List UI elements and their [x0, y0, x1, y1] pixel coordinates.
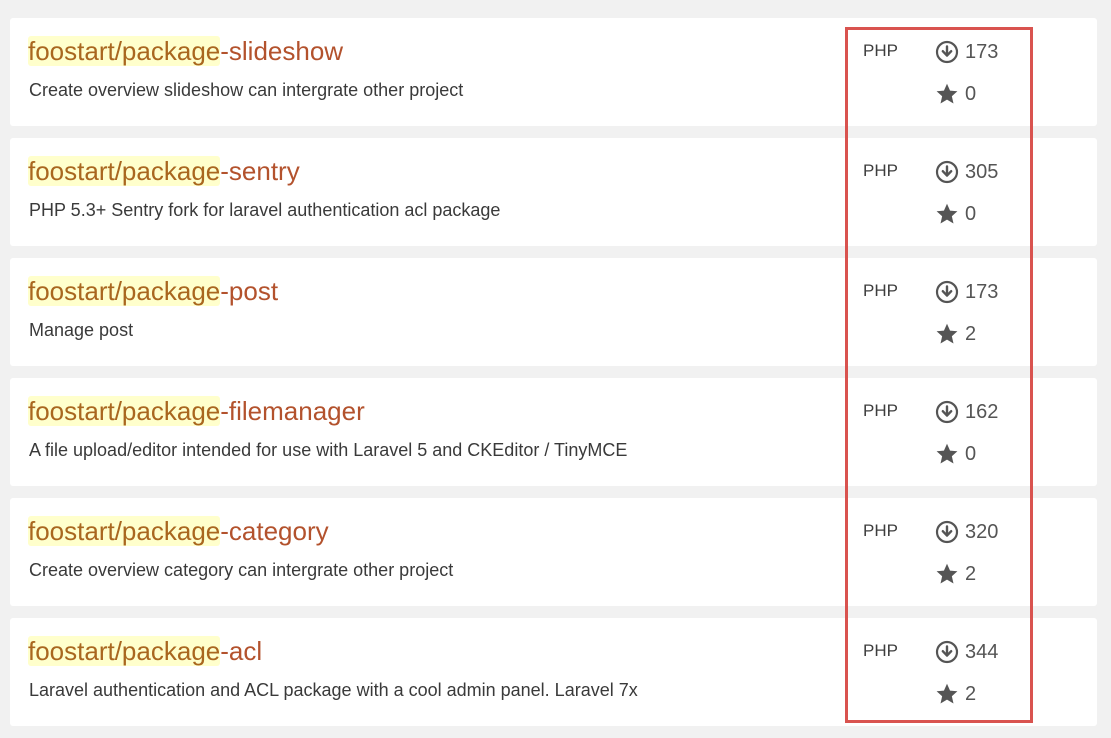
stars-value: 2: [965, 563, 977, 585]
download-circle-icon: [935, 160, 959, 184]
package-language: PHP: [863, 641, 898, 660]
stars-count: 0: [935, 442, 976, 466]
star-icon: [935, 82, 959, 106]
package-card: foostart/package-post Manage post PHP 17…: [10, 258, 1097, 366]
package-title-link[interactable]: foostart/package-acl: [28, 634, 262, 668]
stars-value: 2: [965, 323, 977, 345]
package-title-link[interactable]: foostart/package-filemanager: [28, 394, 365, 428]
downloads-count: 344: [935, 640, 998, 664]
downloads-value: 173: [965, 281, 999, 303]
package-language: PHP: [863, 281, 898, 300]
downloads-count: 320: [935, 520, 998, 544]
package-language: PHP: [863, 521, 898, 540]
star-icon: [935, 562, 959, 586]
package-description: Create overview category can intergrate …: [29, 560, 454, 580]
package-name-suffix: -post: [220, 276, 279, 306]
star-icon: [935, 442, 959, 466]
downloads-count: 173: [935, 280, 998, 304]
stars-value: 0: [965, 443, 977, 465]
search-highlight: foostart/package: [28, 636, 221, 666]
downloads-value: 173: [965, 41, 999, 63]
package-card: foostart/package-acl Laravel authenticat…: [10, 618, 1097, 726]
downloads-count: 173: [935, 40, 998, 64]
package-title-link[interactable]: foostart/package-slideshow: [28, 34, 343, 68]
package-card: foostart/package-sentry PHP 5.3+ Sentry …: [10, 138, 1097, 246]
stars-count: 2: [935, 682, 976, 706]
search-highlight: foostart/package: [28, 36, 221, 66]
package-card: foostart/package-slideshow Create overvi…: [10, 18, 1097, 126]
stars-count: 0: [935, 82, 976, 106]
package-list: foostart/package-slideshow Create overvi…: [10, 18, 1097, 738]
downloads-value: 320: [965, 521, 999, 543]
stars-count: 0: [935, 202, 976, 226]
package-language: PHP: [863, 41, 898, 60]
search-highlight: foostart/package: [28, 156, 221, 186]
package-description: Manage post: [29, 320, 134, 340]
package-card: foostart/package-category Create overvie…: [10, 498, 1097, 606]
search-highlight: foostart/package: [28, 276, 221, 306]
download-circle-icon: [935, 400, 959, 424]
package-card: foostart/package-filemanager A file uplo…: [10, 378, 1097, 486]
downloads-count: 305: [935, 160, 998, 184]
package-title-link[interactable]: foostart/package-category: [28, 514, 329, 548]
download-circle-icon: [935, 520, 959, 544]
package-description: PHP 5.3+ Sentry fork for laravel authent…: [29, 200, 501, 220]
stars-value: 0: [965, 203, 977, 225]
downloads-value: 162: [965, 401, 999, 423]
download-circle-icon: [935, 640, 959, 664]
download-circle-icon: [935, 40, 959, 64]
stars-value: 0: [965, 83, 977, 105]
star-icon: [935, 682, 959, 706]
stars-count: 2: [935, 562, 976, 586]
search-highlight: foostart/package: [28, 396, 221, 426]
package-description: Create overview slideshow can intergrate…: [29, 80, 464, 100]
star-icon: [935, 202, 959, 226]
package-title-link[interactable]: foostart/package-sentry: [28, 154, 300, 188]
package-language: PHP: [863, 401, 898, 420]
star-icon: [935, 322, 959, 346]
downloads-value: 344: [965, 641, 999, 663]
package-name-suffix: -filemanager: [220, 396, 365, 426]
package-name-suffix: -acl: [220, 636, 263, 666]
package-language: PHP: [863, 161, 898, 180]
package-description: A file upload/editor intended for use wi…: [29, 440, 628, 460]
downloads-value: 305: [965, 161, 999, 183]
package-title-link[interactable]: foostart/package-post: [28, 274, 278, 308]
search-highlight: foostart/package: [28, 516, 221, 546]
package-description: Laravel authentication and ACL package w…: [29, 680, 638, 700]
package-name-suffix: -category: [220, 516, 329, 546]
stars-value: 2: [965, 683, 977, 705]
download-circle-icon: [935, 280, 959, 304]
package-name-suffix: -sentry: [220, 156, 300, 186]
stars-count: 2: [935, 322, 976, 346]
package-name-suffix: -slideshow: [220, 36, 344, 66]
downloads-count: 162: [935, 400, 998, 424]
